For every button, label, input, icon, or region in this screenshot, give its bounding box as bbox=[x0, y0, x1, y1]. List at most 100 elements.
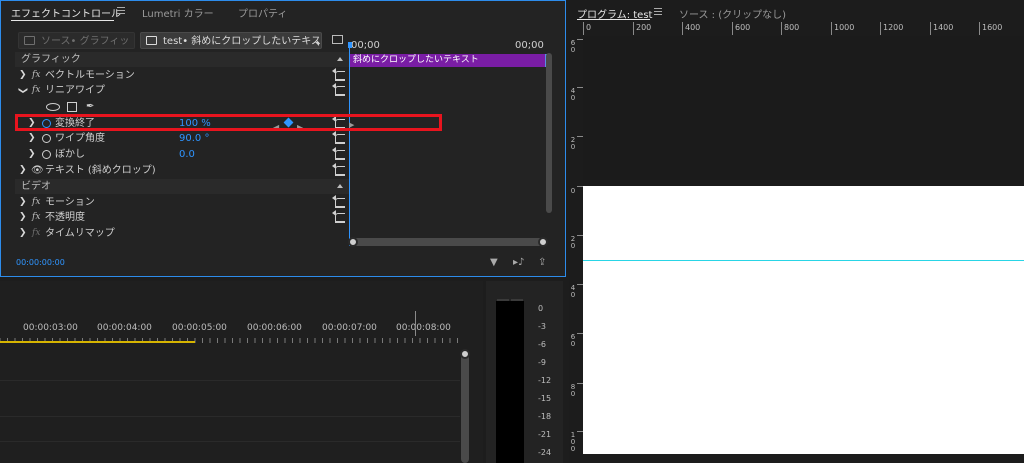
db-label: -15 bbox=[538, 394, 552, 403]
timeline-scrollbar[interactable] bbox=[460, 349, 470, 463]
param-feather[interactable]: ❯ ぼかし 0.0 bbox=[15, 147, 349, 162]
scroll-handle[interactable] bbox=[460, 349, 470, 359]
db-label: -9 bbox=[538, 358, 546, 367]
audio-meter-bars bbox=[496, 301, 524, 463]
effect-controls-panel: エフェクトコントロール Lumetri カラー プロパティ ソース• グラフィッ… bbox=[0, 0, 566, 277]
effect-opacity[interactable]: ❯ fx 不透明度 bbox=[15, 210, 349, 225]
ruler-label: 800 bbox=[784, 23, 800, 32]
pen-mask-icon[interactable]: ✒ bbox=[86, 99, 94, 114]
work-area-bar[interactable] bbox=[0, 341, 195, 343]
effect-time-remap[interactable]: ❯ fx タイムリマップ bbox=[15, 226, 349, 241]
effect-label: モーション bbox=[45, 197, 95, 208]
chevron-down-icon[interactable]: ❯ bbox=[14, 87, 29, 95]
ruler-label: 200 bbox=[636, 23, 652, 32]
reset-icon[interactable] bbox=[332, 210, 345, 223]
tab-effect-controls[interactable]: エフェクトコントロール bbox=[11, 5, 121, 20]
ruler-tick bbox=[682, 22, 683, 35]
layer-text[interactable]: ❯ 👁 テキスト (斜めクロップ) bbox=[15, 163, 349, 178]
ruler-label: 1600 bbox=[982, 23, 1003, 32]
ruler-tick bbox=[930, 22, 931, 35]
eye-icon[interactable]: 👁 bbox=[31, 163, 44, 178]
export-icon[interactable]: ⇪ bbox=[538, 257, 546, 268]
timeline-panel[interactable]: 00:00:03:00 00:00:04:00 00:00:05:00 00:0… bbox=[0, 281, 483, 463]
vertical-scrollbar[interactable] bbox=[546, 53, 552, 213]
dropdown-icon bbox=[315, 42, 319, 46]
rectangle-mask-icon[interactable] bbox=[67, 102, 77, 112]
fx-icon[interactable]: fx bbox=[32, 210, 40, 225]
chevron-right-icon[interactable]: ❯ bbox=[19, 68, 27, 83]
ruler-time-label: 00:00:08:00 bbox=[396, 323, 451, 333]
ruler-time-label: 00:00:06:00 bbox=[247, 323, 302, 333]
chevron-right-icon[interactable]: ❯ bbox=[28, 131, 36, 146]
zoom-handle-right[interactable] bbox=[538, 237, 548, 247]
reset-icon[interactable] bbox=[332, 68, 345, 81]
horizontal-zoom-scrollbar[interactable] bbox=[348, 237, 548, 247]
param-label: ぼかし bbox=[55, 149, 85, 160]
reset-icon[interactable] bbox=[332, 163, 345, 176]
reset-icon[interactable] bbox=[332, 147, 345, 160]
program-canvas-text-area[interactable] bbox=[583, 186, 1024, 454]
ruler-label: 6 0 bbox=[570, 39, 576, 54]
chevron-right-icon[interactable]: ❯ bbox=[28, 147, 36, 162]
chevron-right-icon[interactable]: ❯ bbox=[19, 210, 27, 225]
clip-select-button[interactable]: test• 斜めにクロップしたいテキスト bbox=[140, 32, 322, 64]
stopwatch-icon[interactable] bbox=[42, 150, 51, 159]
clip-bar[interactable]: 斜めにクロップしたいテキスト bbox=[350, 54, 548, 67]
program-canvas-top[interactable] bbox=[583, 36, 1024, 186]
collapse-icon[interactable] bbox=[337, 184, 343, 188]
clip-bar-label: 斜めにクロップしたいテキスト bbox=[353, 55, 479, 65]
tab-properties[interactable]: プロパティ bbox=[238, 5, 287, 20]
active-tab-underline bbox=[11, 20, 114, 21]
tab-source-monitor[interactable]: ソース : (クリップなし) bbox=[679, 6, 786, 21]
playhead-line[interactable] bbox=[415, 311, 416, 336]
param-label: ワイプ角度 bbox=[55, 133, 105, 144]
section-graphic: グラフィック bbox=[15, 52, 349, 67]
reset-icon[interactable] bbox=[332, 195, 345, 208]
param-value[interactable]: 0.0 bbox=[179, 147, 195, 162]
section-video: ビデオ bbox=[15, 179, 349, 194]
zoom-handle-left[interactable] bbox=[348, 237, 358, 247]
reset-icon[interactable] bbox=[332, 131, 345, 144]
toggle-timeline-icon[interactable] bbox=[332, 35, 343, 44]
play-audio-icon[interactable]: ▸♪ bbox=[513, 257, 524, 268]
fx-icon[interactable]: fx bbox=[32, 226, 40, 241]
ruler-label: 2 0 bbox=[570, 136, 576, 151]
fx-icon[interactable]: fx bbox=[32, 68, 40, 83]
tab-lumetri-color[interactable]: Lumetri カラー bbox=[142, 5, 214, 20]
filter-icon[interactable]: ▼ bbox=[490, 257, 498, 268]
fx-icon[interactable]: fx bbox=[32, 83, 40, 98]
panel-menu-icon[interactable] bbox=[654, 8, 662, 15]
fx-icon[interactable]: fx bbox=[32, 195, 40, 210]
db-label: -6 bbox=[538, 340, 546, 349]
ruler-time-label: 00:00:07:00 bbox=[322, 323, 377, 333]
track-divider bbox=[0, 380, 460, 381]
ruler-label: 4 0 bbox=[570, 284, 576, 299]
panel-menu-icon[interactable] bbox=[117, 7, 125, 14]
collapse-icon[interactable] bbox=[337, 57, 343, 61]
ellipse-mask-icon[interactable] bbox=[46, 103, 60, 111]
stopwatch-icon[interactable] bbox=[42, 134, 51, 143]
playhead-line[interactable] bbox=[349, 46, 350, 246]
ruler-tick bbox=[732, 22, 733, 35]
ruler-tick bbox=[880, 22, 881, 35]
db-label: -18 bbox=[538, 412, 552, 421]
effect-vector-motion[interactable]: ❯ fx ベクトルモーション bbox=[15, 68, 349, 83]
highlight-box bbox=[15, 114, 442, 131]
chevron-right-icon[interactable]: ❯ bbox=[19, 226, 27, 241]
chevron-right-icon[interactable]: ❯ bbox=[19, 163, 27, 178]
timeline-end-time: 00;00 bbox=[515, 40, 544, 51]
guide-line[interactable] bbox=[583, 260, 1024, 261]
param-wipe-angle[interactable]: ❯ ワイプ角度 90.0 ° bbox=[15, 131, 349, 146]
ruler-label: 1400 bbox=[933, 23, 954, 32]
source-graphic-button[interactable]: ソース• グラフィック bbox=[18, 32, 135, 64]
effect-timeline[interactable]: 00;00 00;00 斜めにクロップしたいテキスト ▶ bbox=[348, 38, 549, 250]
chevron-right-icon[interactable]: ❯ bbox=[19, 195, 27, 210]
ruler-tick bbox=[583, 22, 584, 35]
effect-linear-wipe[interactable]: ❯ fx リニアワイプ bbox=[15, 83, 349, 98]
effect-motion[interactable]: ❯ fx モーション bbox=[15, 195, 349, 210]
ruler-time-label: 00:00:03:00 bbox=[23, 323, 78, 333]
ruler-tick bbox=[831, 22, 832, 35]
reset-icon[interactable] bbox=[332, 83, 345, 96]
current-timecode[interactable]: 00:00:00:00 bbox=[16, 258, 65, 267]
param-value[interactable]: 90.0 ° bbox=[179, 131, 209, 146]
